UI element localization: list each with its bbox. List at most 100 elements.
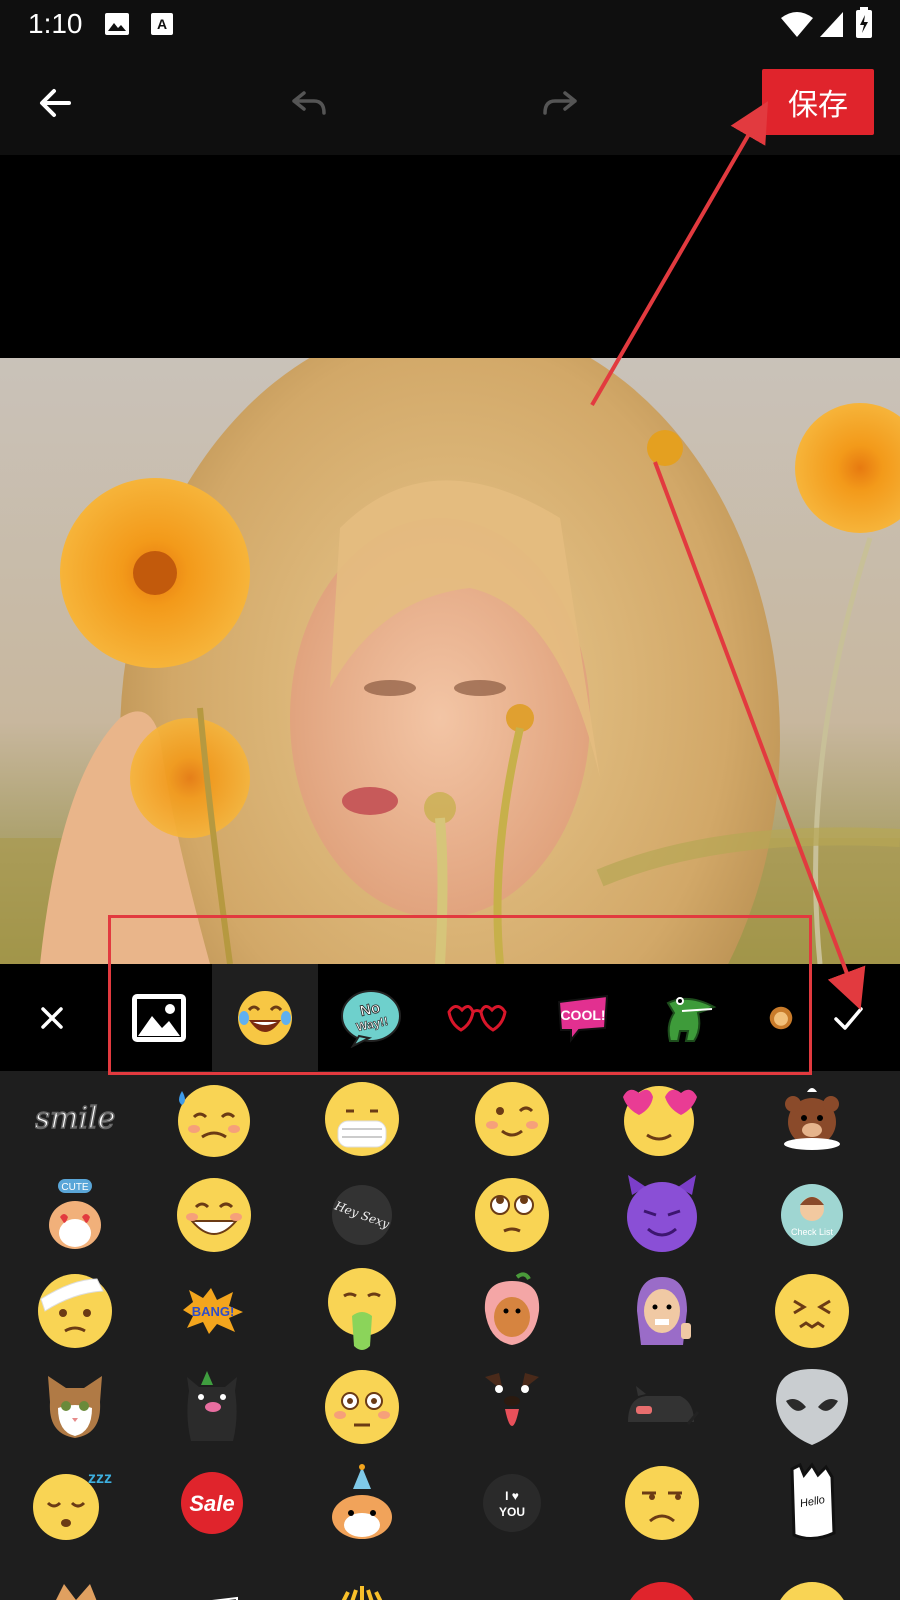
signal-icon <box>818 10 844 42</box>
black-partial-sticker <box>211 1596 238 1600</box>
close-sticker-button[interactable] <box>28 994 76 1042</box>
lion-icon <box>769 1006 793 1029</box>
flushed-emoji <box>325 1370 399 1444</box>
sticker-dizzy-partial[interactable] <box>737 1551 887 1600</box>
sticker-flushed[interactable] <box>287 1359 437 1455</box>
battery-icon <box>855 7 873 43</box>
bear-sticker <box>784 1088 840 1150</box>
category-crocodile[interactable] <box>636 964 742 1071</box>
svg-text:smile: smile <box>35 1101 115 1136</box>
squint-emoji <box>775 1274 849 1348</box>
flower-left <box>60 478 250 668</box>
svg-text:I ♥: I ♥ <box>505 1489 519 1503</box>
sticker-granny-thumb[interactable] <box>587 1263 737 1359</box>
sticker-mask[interactable] <box>287 1071 437 1167</box>
eye-roll-emoji <box>475 1178 549 1252</box>
sticker-hey-sexy[interactable]: Hey Sexy <box>287 1167 437 1263</box>
cat-sticker <box>48 1376 102 1438</box>
check-list-sticker: Check List <box>781 1184 843 1246</box>
svg-text:Sale: Sale <box>189 1491 234 1516</box>
sticker-squint[interactable] <box>737 1263 887 1359</box>
grin-emoji <box>177 1178 251 1252</box>
sticker-angry-partial[interactable] <box>587 1551 737 1600</box>
svg-text:BANG!: BANG! <box>192 1304 235 1319</box>
no-way-bubble-icon: NoWay!! <box>341 989 401 1048</box>
sticker-bandage[interactable] <box>0 1263 150 1359</box>
photo-canvas[interactable] <box>0 358 900 964</box>
sticker-sweat-smile[interactable] <box>137 1071 287 1167</box>
alien-emoji <box>776 1369 848 1445</box>
vomit-emoji <box>328 1268 396 1350</box>
sleeping-emoji: zzz <box>33 1470 112 1540</box>
sticker-smile-text[interactable]: smile <box>0 1071 150 1167</box>
sticker-eye-roll[interactable] <box>437 1167 587 1263</box>
sticker-party-hamster[interactable] <box>287 1455 437 1551</box>
sticker-cat[interactable] <box>0 1359 150 1455</box>
image-icon <box>104 12 130 40</box>
sticker-sun-partial[interactable] <box>287 1551 437 1600</box>
sticker-i-love-you[interactable]: I ♥ YOU <box>437 1455 587 1551</box>
sticker-vomit[interactable] <box>287 1263 437 1359</box>
category-no-way[interactable]: No Way!! <box>318 964 424 1071</box>
sticker-heart-eyes[interactable] <box>587 1071 737 1167</box>
granny-thumb-sticker <box>637 1277 691 1345</box>
bandage-emoji <box>38 1274 112 1348</box>
portrait-photo <box>0 358 900 964</box>
close-icon <box>41 1007 63 1029</box>
sticker-black-partial[interactable] <box>137 1551 287 1600</box>
sticker-bear[interactable] <box>737 1071 887 1167</box>
sticker-hello-hand[interactable]: Hello <box>737 1455 887 1551</box>
sticker-unamused[interactable] <box>587 1455 737 1551</box>
category-cool[interactable]: COOL! <box>530 964 636 1071</box>
flower-bottom <box>130 718 250 838</box>
sticker-squirrel-peach[interactable] <box>437 1263 587 1359</box>
category-gallery[interactable] <box>106 964 212 1071</box>
sticker-pink-partial[interactable] <box>437 1551 587 1600</box>
category-emoji[interactable] <box>212 964 318 1071</box>
photo-icon <box>132 993 186 1042</box>
status-time: 1:10 <box>28 8 83 39</box>
wifi-icon <box>780 10 814 42</box>
mask-emoji <box>325 1082 399 1156</box>
confirm-sticker-button[interactable] <box>824 994 872 1042</box>
sticker-black-cat-party[interactable] <box>137 1359 287 1455</box>
sweat-smile-emoji <box>178 1085 250 1157</box>
svg-text:A: A <box>157 16 167 32</box>
sticker-sleeping[interactable]: zzz <box>0 1455 150 1551</box>
dizzy-partial-emoji <box>780 1582 844 1600</box>
status-bar: 1:10 A <box>0 0 900 50</box>
save-button[interactable]: 保存 <box>762 69 874 135</box>
hey-sexy-sticker: Hey Sexy <box>332 1185 392 1245</box>
sticker-check-list[interactable]: Check List <box>737 1167 887 1263</box>
devil-emoji <box>627 1175 697 1252</box>
angry-partial-emoji <box>630 1582 694 1600</box>
sticker-devil[interactable] <box>587 1167 737 1263</box>
sticker-wink[interactable] <box>437 1071 587 1167</box>
sticker-cat-fish[interactable] <box>587 1359 737 1455</box>
sticker-cat-partial[interactable] <box>0 1551 150 1600</box>
sticker-cute-hamster[interactable]: CUTE <box>0 1167 150 1263</box>
category-glasses[interactable] <box>424 964 530 1071</box>
category-lion[interactable] <box>742 964 794 1071</box>
back-button[interactable] <box>30 78 80 128</box>
redo-button[interactable] <box>536 78 586 128</box>
sun-partial-sticker <box>341 1586 383 1600</box>
sticker-bang[interactable]: BANG! <box>137 1263 287 1359</box>
sticker-grid: smile CUTE Hey Sexy Check List BANG! zzz… <box>0 1071 900 1600</box>
font-icon: A <box>150 12 174 40</box>
unamused-emoji <box>625 1466 699 1540</box>
sticker-alien[interactable] <box>737 1359 887 1455</box>
sticker-sale[interactable]: Sale <box>137 1455 287 1551</box>
cat-partial-sticker <box>56 1584 97 1600</box>
i-love-you-sticker: I ♥ YOU <box>483 1474 541 1532</box>
crocodile-icon <box>666 996 717 1042</box>
svg-text:Check List: Check List <box>791 1227 834 1237</box>
undo-icon <box>292 91 326 115</box>
canvas-letterbox <box>0 155 900 358</box>
undo-button[interactable] <box>283 78 333 128</box>
party-hamster-sticker <box>332 1464 392 1539</box>
sticker-grin[interactable] <box>137 1167 287 1263</box>
arrow-back-icon <box>40 89 71 117</box>
bang-sticker: BANG! <box>183 1288 243 1334</box>
sticker-dog-tongue[interactable] <box>437 1359 587 1455</box>
